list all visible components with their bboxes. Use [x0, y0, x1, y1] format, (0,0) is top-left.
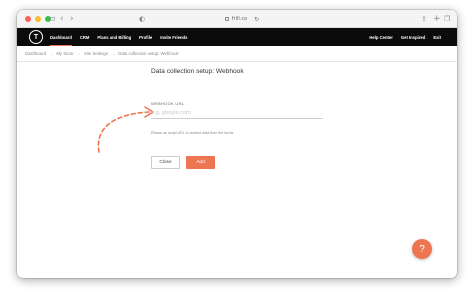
nav-dashboard[interactable]: Dashboard — [50, 28, 72, 46]
browser-window: ▭ ‹ › ◐ frill.co ↻ ⇪ + ❐ T Dashboard CRM… — [17, 10, 457, 278]
chevron-left-icon[interactable]: ‹ — [60, 13, 64, 25]
lock-icon — [224, 17, 229, 21]
address-bar[interactable]: frill.co ↻ — [167, 13, 317, 25]
breadcrumb-my-store[interactable]: My Store — [56, 51, 73, 56]
breadcrumb-dashboard[interactable]: Dashboard — [25, 51, 46, 56]
close-window-button[interactable] — [25, 16, 31, 22]
plus-icon[interactable]: + — [433, 13, 441, 25]
breadcrumb: Dashboard → My Store → Site Settings → D… — [17, 46, 457, 62]
minimize-window-button[interactable] — [35, 16, 41, 22]
nav-profile[interactable]: Profile — [139, 28, 152, 46]
page-title: Data collection setup: Webhook — [151, 68, 244, 75]
nav-plans-billing[interactable]: Plans and Billing — [97, 28, 131, 46]
address-bar-url: frill.co — [231, 16, 248, 22]
nav-help-center[interactable]: Help Center — [369, 28, 393, 46]
main-nav: Dashboard CRM Plans and Billing Profile … — [50, 28, 187, 46]
logo[interactable]: T — [29, 30, 43, 44]
breadcrumb-site-settings[interactable]: Site Settings — [84, 51, 108, 56]
question-mark-icon: ? — [419, 243, 425, 255]
tabs-icon[interactable]: ❐ — [444, 13, 450, 25]
main-content: Data collection setup: Webhook WEBHOOK U… — [17, 62, 457, 260]
nav-crm[interactable]: CRM — [80, 28, 90, 46]
shield-icon: ◐ — [139, 15, 146, 23]
secondary-nav: Help Center Get Inspired Exit — [369, 28, 441, 46]
breadcrumb-separator: → — [76, 51, 81, 56]
nav-exit[interactable]: Exit — [433, 28, 441, 46]
breadcrumb-separator: → — [49, 51, 54, 56]
webhook-url-label: WEBHOOK URL — [151, 101, 185, 106]
add-button[interactable]: Add — [186, 156, 215, 169]
sidebar-icon[interactable]: ▭ — [47, 13, 56, 25]
breadcrumb-current-page: Data collection setup: Webhook — [118, 51, 179, 56]
nav-get-inspired[interactable]: Get Inspired — [401, 28, 425, 46]
webhook-url-input[interactable] — [151, 107, 323, 119]
chevron-right-icon[interactable]: › — [70, 13, 74, 25]
webhook-url-helper-text: Please an script URL to receive data fro… — [151, 131, 234, 135]
logo-letter: T — [33, 33, 39, 41]
nav-invite-friends[interactable]: Invite Friends — [160, 28, 187, 46]
reload-icon[interactable]: ↻ — [254, 16, 259, 23]
breadcrumb-separator: → — [110, 51, 116, 56]
top-navigation: T Dashboard CRM Plans and Billing Profil… — [17, 28, 457, 46]
share-icon[interactable]: ⇪ — [421, 13, 427, 25]
browser-toolbar: ▭ ‹ › ◐ frill.co ↻ ⇪ + ❐ — [17, 10, 457, 28]
help-button[interactable]: ? — [412, 239, 432, 259]
close-button[interactable]: Close — [151, 156, 180, 169]
